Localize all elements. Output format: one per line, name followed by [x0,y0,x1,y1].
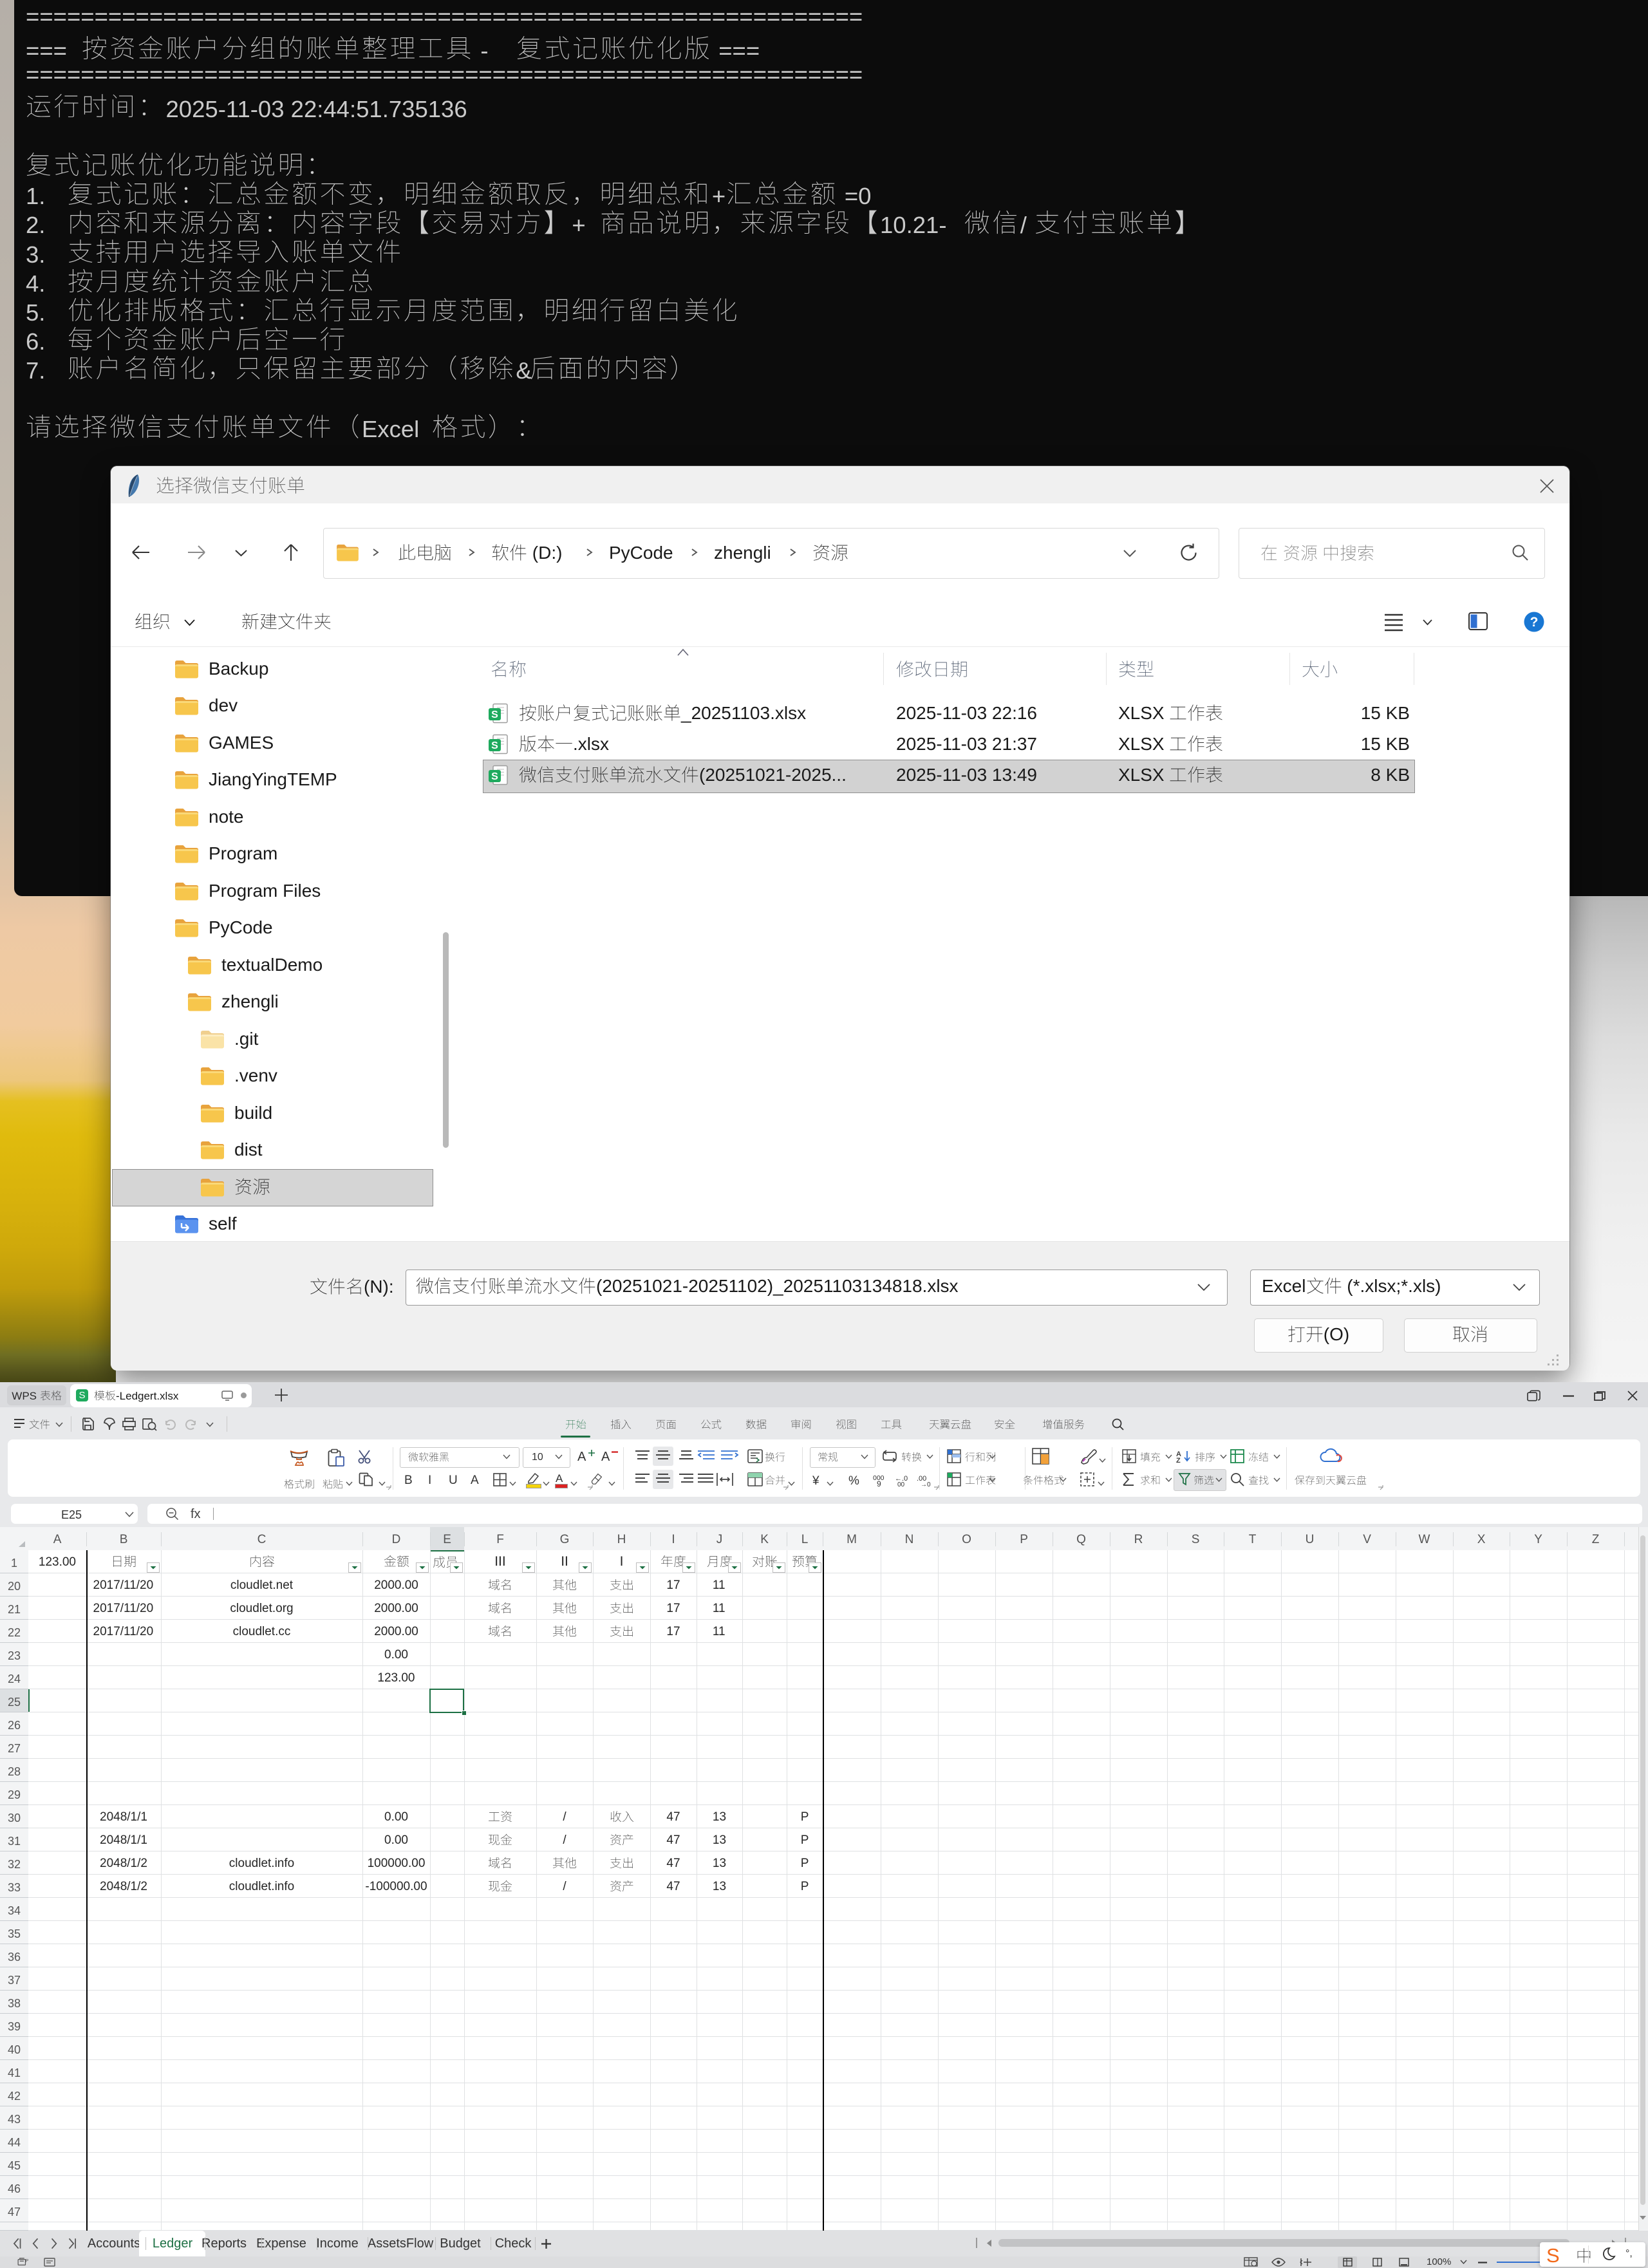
svg-text:P: P [26,2259,29,2263]
svg-text:S: S [491,740,498,751]
svg-text:?: ? [1530,615,1539,630]
svg-text:S: S [491,771,498,782]
svg-text:Z: Z [1176,1457,1181,1465]
svg-text:S: S [491,709,498,720]
